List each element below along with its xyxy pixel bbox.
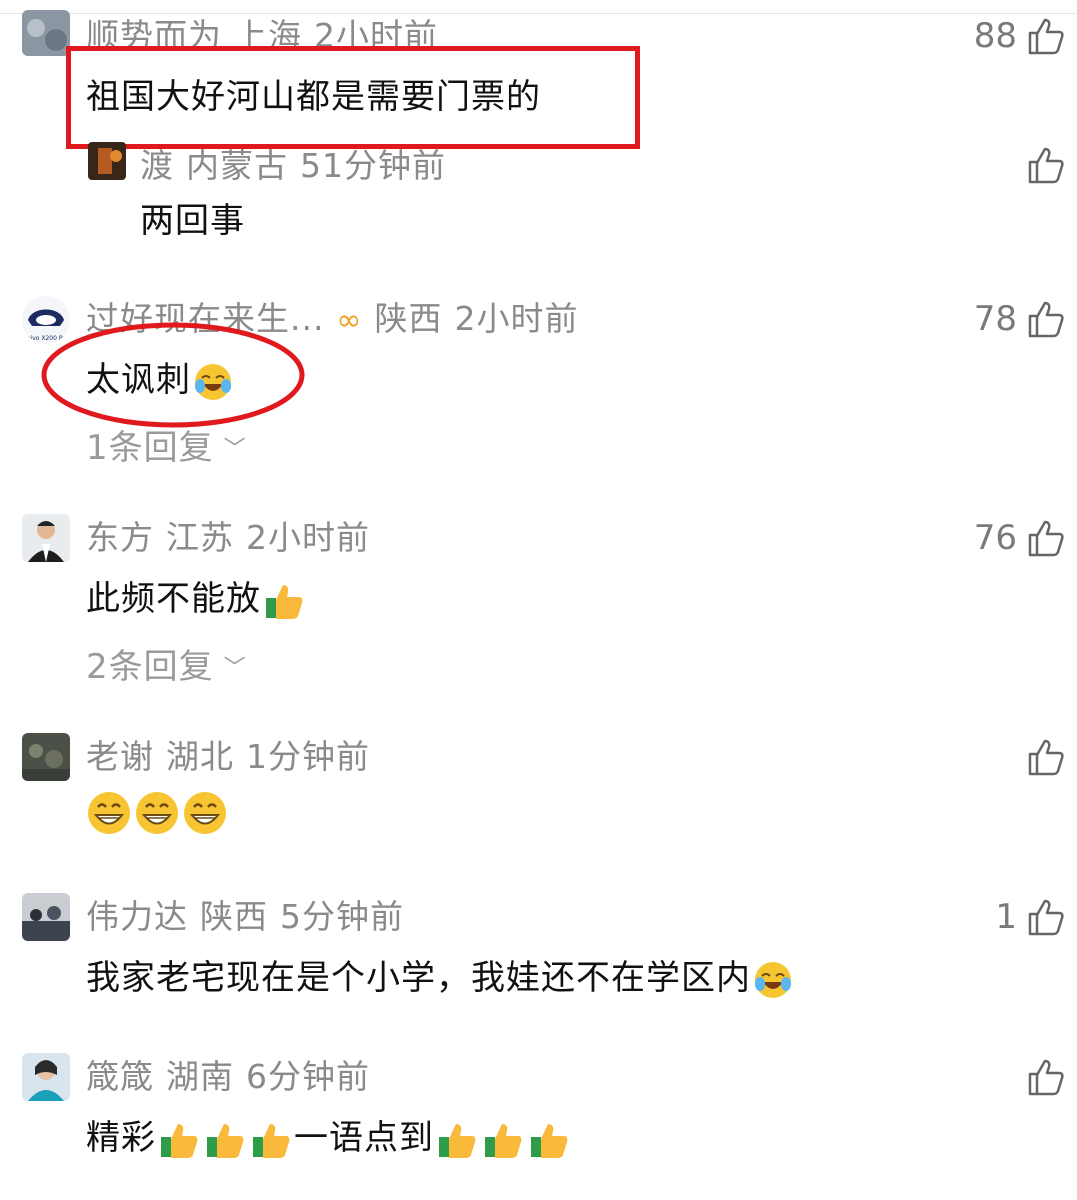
username[interactable]: 老谢 [86,737,154,776]
emoji-row [86,790,230,840]
comment-text-a: 精彩 [86,1118,156,1158]
highlight-rectangle [66,46,640,149]
comment-meta: 渡内蒙古 51分钟前 [140,146,458,186]
infinity-badge-icon: ∞ [336,303,363,338]
replies-label: 2条回复 [86,647,214,687]
thumbs-up-emoji [253,1123,290,1158]
region: 湖北 [166,737,234,776]
thumbs-up-emoji [266,584,303,619]
thumbs-up-outline-icon [1028,899,1064,936]
avatar[interactable] [22,733,70,781]
grinning-emoji [184,792,226,834]
thumbs-up-emoji [439,1123,476,1158]
thumbs-up-outline-icon [1028,301,1064,338]
avatar[interactable] [22,893,70,941]
timestamp: 2小时前 [246,518,370,557]
comment-meta: 老谢 湖北 1分钟前 [86,737,382,777]
thumbs-up-emoji [207,1123,244,1158]
view-replies-link[interactable]: 2条回复 ﹀ [86,645,247,691]
like-button[interactable] [1025,735,1065,779]
view-replies-link[interactable]: 1条回复 ﹀ [86,426,247,472]
timestamp: 6分钟前 [246,1057,370,1096]
replies-label: 1条回复 [86,428,214,468]
avatar[interactable] [22,514,70,562]
comment-text: 此频不能放 [86,577,307,622]
comment-text-content: 此频不能放 [86,579,261,619]
avatar[interactable] [22,1053,70,1101]
region: 陕西 [200,897,268,936]
chevron-down-icon: ﹀ [223,655,247,681]
like-button[interactable]: 78 [974,297,1065,341]
thumbs-up-outline-icon [1028,147,1064,184]
username[interactable]: 东方 [86,518,154,557]
thumbs-up-outline-icon [1028,520,1064,557]
highlight-ellipse [41,322,305,428]
like-count: 78 [973,299,1017,339]
comment-text: 我家老宅现在是个小学，我娃还不在学区内 [86,956,793,1000]
timestamp: 5分钟前 [280,897,404,936]
thumbs-up-emoji [531,1123,568,1158]
like-button[interactable] [1025,143,1065,187]
username[interactable]: 箴箴 [86,1057,154,1096]
like-button[interactable] [1025,1055,1065,1099]
like-button[interactable]: 1 [995,895,1065,939]
thumbs-up-outline-icon [1028,1059,1064,1096]
comment-meta: 箴箴 湖南 6分钟前 [86,1057,382,1097]
grinning-emoji [136,792,178,834]
thumbs-up-outline-icon [1028,739,1064,776]
comment-meta: 伟力达 陕西 5分钟前 [86,897,416,937]
timestamp: 51分钟前 [300,146,446,185]
avatar[interactable] [22,10,70,56]
comment-text: 精彩 一语点到 [86,1116,572,1161]
timestamp: 2小时前 [454,299,579,338]
comment-text-b: 一语点到 [294,1118,434,1158]
username[interactable]: 渡 [140,146,174,185]
chevron-down-icon: ﹀ [223,436,247,462]
region: 陕西 [374,299,443,338]
thumbs-up-emoji [485,1123,522,1158]
thumbs-up-outline-icon [1028,18,1064,55]
avatar[interactable] [88,142,126,180]
region: 湖南 [166,1057,234,1096]
timestamp: 1分钟前 [246,737,370,776]
comment-text: 两回事 [140,201,245,241]
top-divider [0,13,1077,14]
grinning-emoji [88,792,130,834]
like-button[interactable]: 76 [974,516,1065,560]
comment-text-content: 我家老宅现在是个小学，我娃还不在学区内 [86,958,751,998]
like-count: 76 [973,518,1017,558]
region: 内蒙古 [186,146,288,185]
like-count: 88 [973,16,1017,56]
like-button[interactable]: 88 [974,14,1065,58]
comment-meta: 东方 江苏 2小时前 [86,518,382,558]
username[interactable]: 伟力达 [86,897,188,936]
thumbs-up-emoji [161,1123,198,1158]
laughing-crying-emoji [755,961,791,998]
like-count: 1 [995,897,1017,937]
region: 江苏 [166,518,234,557]
